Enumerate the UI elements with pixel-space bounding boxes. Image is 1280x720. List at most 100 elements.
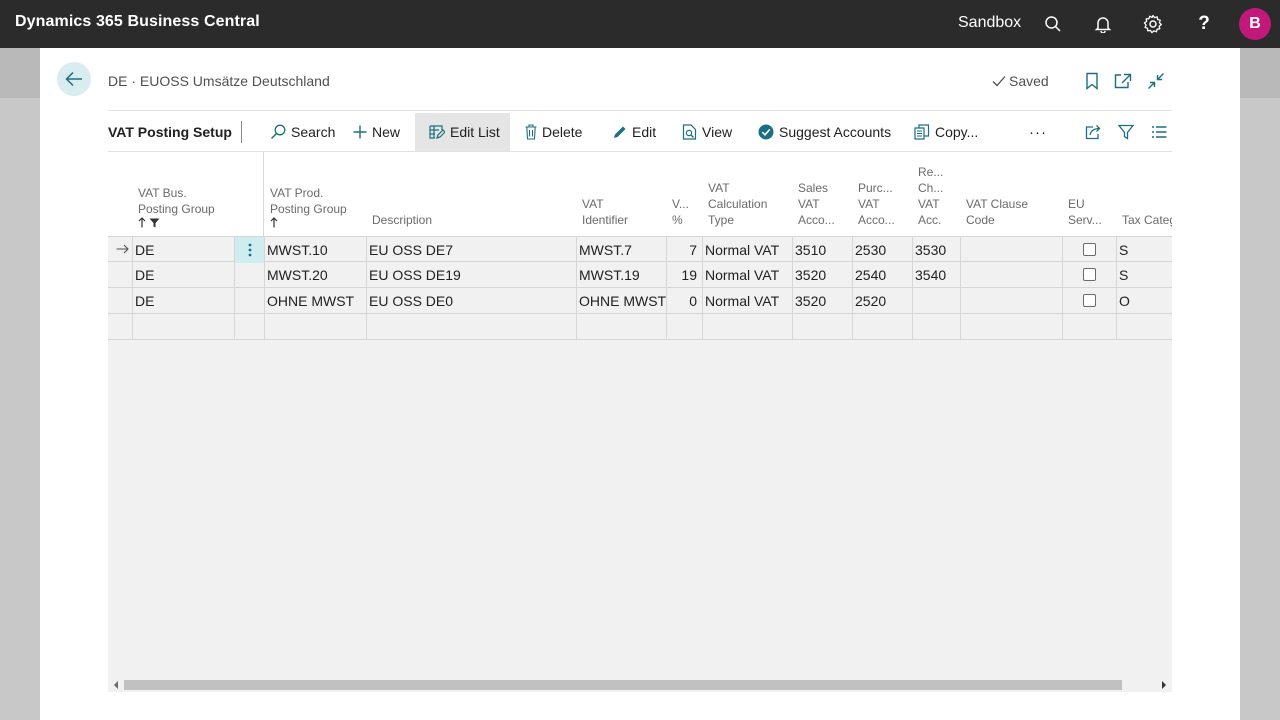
column-header-vat-calculation-type[interactable]: VAT Calculation Type [708,180,767,228]
cell-bus-group[interactable]: DE [135,237,230,263]
bookmark-icon[interactable] [1082,71,1102,91]
share-icon[interactable] [1081,113,1107,151]
cell-purchase-vat-account[interactable]: 2520 [855,288,911,314]
cell-prod-group[interactable]: MWST.20 [267,262,362,288]
back-button[interactable] [57,62,91,96]
more-actions-button[interactable]: ··· [1025,113,1051,151]
cell-purchase-vat-account[interactable]: 2540 [855,262,911,288]
list-view-icon[interactable] [1147,113,1171,151]
pencil-icon [614,126,626,138]
scrollbar-thumb[interactable] [124,680,1122,690]
environment-label[interactable]: Sandbox [958,14,1021,32]
column-header-eu-service[interactable]: EU Serv... [1068,196,1102,228]
view-icon [682,124,697,140]
cell-reverse-charge-account[interactable]: 3540 [915,262,961,288]
cell-vat-clause-code[interactable] [963,237,1063,263]
cell-vat-identifier[interactable]: MWST.7 [579,237,667,263]
search-icon[interactable] [1041,12,1065,36]
filter-icon[interactable] [1114,113,1138,151]
view-action[interactable]: View [678,113,736,151]
search-action[interactable]: Search [266,113,339,151]
cell-bus-group[interactable]: DE [135,262,230,288]
sort-indicator [270,217,347,228]
cell-description[interactable]: EU OSS DE0 [369,288,574,314]
column-header-line: Acco... [798,213,835,227]
cell-vat-percent[interactable]: 0 [667,288,697,314]
eu-service-checkbox[interactable] [1083,294,1096,307]
column-header-line: VAT [918,197,940,211]
cell-prod-group[interactable]: MWST.10 [267,237,362,263]
cell-vat-clause-code[interactable] [963,262,1063,288]
open-new-window-icon[interactable] [1113,71,1133,91]
cell-reverse-charge-account[interactable] [915,288,961,314]
eu-service-checkbox[interactable] [1083,268,1096,281]
cell-prod-group[interactable]: OHNE MWST [267,288,362,314]
cell-vat-percent[interactable]: 7 [667,237,697,263]
cell-vat-clause-code[interactable] [963,288,1063,314]
user-avatar[interactable]: B [1239,8,1271,40]
eu-service-checkbox[interactable] [1083,243,1096,256]
check-circle-icon [758,124,774,140]
new-action-label: New [372,124,401,140]
new-empty-row[interactable] [108,314,1172,340]
cell-calculation-type[interactable]: Normal VAT [705,288,793,314]
column-header-line: Posting Group [270,202,347,216]
scroll-left-arrow-icon [114,681,118,689]
vat-posting-setup-grid: VAT Bus. Posting Group VAT Prod. Posting… [108,152,1172,678]
cell-sales-vat-account[interactable]: 3520 [795,262,851,288]
column-header-tax-category[interactable]: Tax Categ [1122,212,1172,228]
copy-action[interactable]: Copy... [910,113,982,151]
column-header-vat-clause-code[interactable]: VAT Clause Code [966,196,1028,228]
column-header-sales-vat-account[interactable]: Sales VAT Acco... [798,180,835,228]
cell-purchase-vat-account[interactable]: 2530 [855,237,911,263]
column-header-description[interactable]: Description [372,212,432,228]
column-header-line: EU [1068,197,1085,211]
column-header-line: Identifier [582,213,629,227]
column-header-vat-bus-posting-group[interactable]: VAT Bus. Posting Group [138,185,215,228]
horizontal-scrollbar[interactable] [108,678,1172,692]
collapse-icon[interactable] [1146,71,1166,91]
column-header-purchase-vat-account[interactable]: Purc... VAT Acco... [858,180,895,228]
column-header-vat-percent[interactable]: V... % [672,196,689,228]
cell-sales-vat-account[interactable]: 3510 [795,237,851,263]
cell-reverse-charge-account[interactable]: 3530 [915,237,961,263]
delete-action[interactable]: Delete [521,113,586,151]
cell-description[interactable]: EU OSS DE19 [369,262,574,288]
cell-tax-category[interactable]: O [1119,288,1169,314]
cell-tax-category[interactable]: S [1119,262,1169,288]
column-header-line: VAT [858,197,880,211]
cell-bus-group[interactable]: DE [135,288,230,314]
cell-sales-vat-account[interactable]: 3520 [795,288,851,314]
app-title[interactable]: Dynamics 365 Business Central [15,13,260,31]
column-header-line: Code [966,213,995,227]
cell-vat-percent[interactable]: 19 [667,262,697,288]
column-header-line: Purc... [858,181,893,195]
column-header-line: VAT [582,197,604,211]
page-caption: DE · EUOSS Umsätze Deutschland [108,73,330,89]
column-header-line: Re... [918,165,944,179]
new-action[interactable]: New [349,113,404,151]
table-row[interactable]: DE OHNE MWST EU OSS DE0 OHNE MWST 0 Norm… [108,288,1172,314]
table-row[interactable]: DE MWST.20 EU OSS DE19 MWST.19 19 Normal… [108,262,1172,288]
column-header-reverse-charge-vat-account[interactable]: Re... Ch... VAT Acc. [918,164,943,228]
cell-vat-identifier[interactable]: OHNE MWST [579,288,667,314]
table-row[interactable]: DE MWST.10 EU OSS DE7 MWST.7 7 Normal VA… [108,236,1172,263]
column-header-line: VAT Prod. [270,186,324,200]
column-header-vat-prod-posting-group[interactable]: VAT Prod. Posting Group [270,185,347,228]
cell-description[interactable]: EU OSS DE7 [369,237,574,263]
settings-gear-icon[interactable] [1141,12,1165,36]
row-actions-button[interactable] [235,237,264,263]
cell-calculation-type[interactable]: Normal VAT [705,262,793,288]
vertical-ellipsis-icon [248,243,251,257]
cell-vat-identifier[interactable]: MWST.19 [579,262,667,288]
edit-action[interactable]: Edit [609,113,660,151]
page-name: VAT Posting Setup [108,124,232,140]
suggest-accounts-action[interactable]: Suggest Accounts [754,113,895,151]
edit-list-action[interactable]: Edit List [415,113,510,151]
help-icon[interactable]: ? [1192,12,1216,36]
cell-calculation-type[interactable]: Normal VAT [705,237,793,263]
view-action-label: View [702,124,733,140]
notification-bell-icon[interactable] [1091,12,1115,36]
cell-tax-category[interactable]: S [1119,237,1169,263]
column-header-vat-identifier[interactable]: VAT Identifier [582,196,628,228]
